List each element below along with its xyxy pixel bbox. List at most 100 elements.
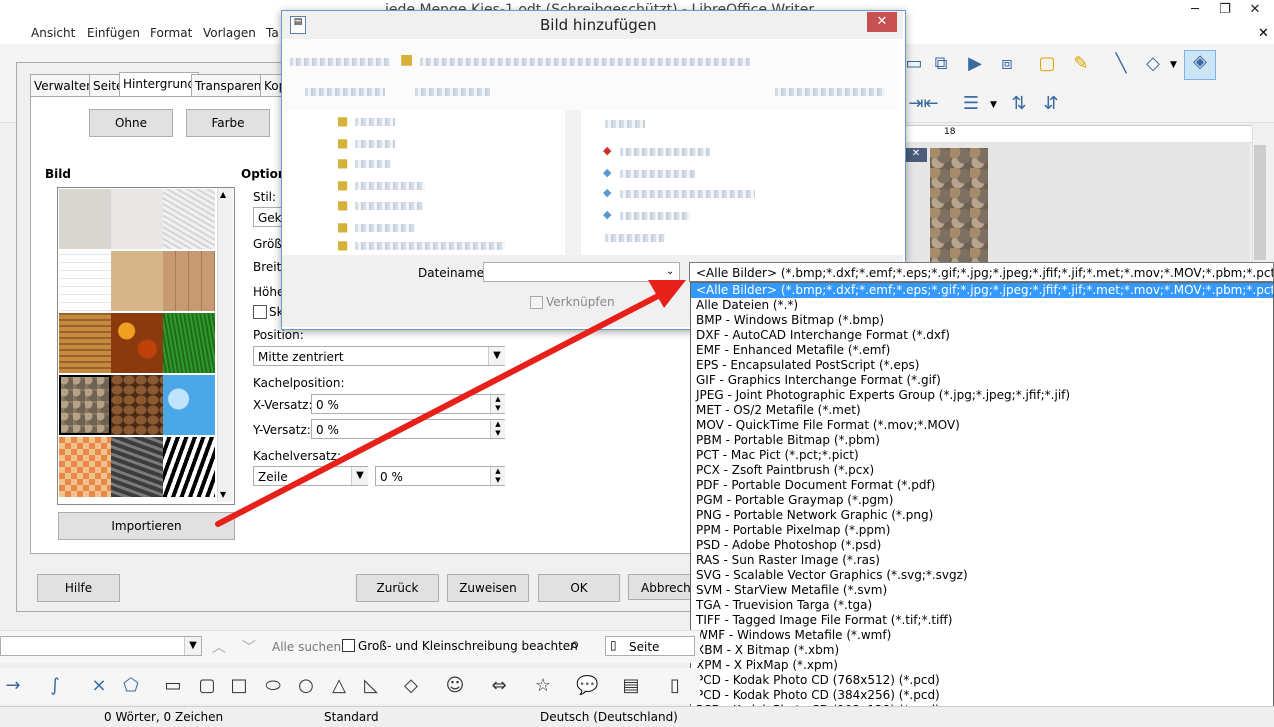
sidebar-close-icon[interactable]: ✕	[905, 148, 927, 162]
folder-item[interactable]	[355, 224, 415, 232]
filter-option[interactable]: XPM - X PixMap (*.xpm)	[691, 658, 1273, 673]
yversatz-input[interactable]: 0 %	[311, 419, 505, 439]
file-item[interactable]	[620, 212, 690, 220]
xversatz-spin-icon[interactable]: ▲ ▼	[490, 395, 505, 413]
star-icon[interactable]: ☆	[532, 675, 554, 697]
menu-tabelle[interactable]: Ta	[266, 26, 279, 40]
filter-option[interactable]: JPEG - Joint Photographic Experts Group …	[691, 388, 1273, 403]
filter-option[interactable]: PDF - Portable Document Format (*.pdf)	[691, 478, 1273, 493]
filter-option[interactable]: PPM - Portable Pixelmap (*.ppm)	[691, 523, 1273, 538]
filter-option[interactable]: BMP - Windows Bitmap (*.bmp)	[691, 313, 1273, 328]
file-list[interactable]: ■ ■ ■ ■ ■ ■ ■ ◆ ◆ ◆ ◆	[285, 110, 900, 255]
rounded-rectangle-icon[interactable]: ▢	[196, 675, 218, 697]
polygon-icon[interactable]: ⬠	[120, 675, 142, 697]
gallery-scrollbar[interactable]	[217, 188, 233, 502]
chevron-down-icon[interactable]: ⌄	[666, 266, 674, 277]
filter-option[interactable]: GIF - Graphics Interchange Format (*.gif…	[691, 373, 1273, 388]
tile-crumpled-paper[interactable]	[163, 189, 215, 249]
tile-coffee-beans[interactable]	[111, 375, 163, 435]
xversatz-input[interactable]: 0 %	[311, 394, 505, 414]
chevron-down-icon[interactable]: ▼	[184, 637, 201, 655]
tile-autumn-leaves[interactable]	[111, 313, 163, 373]
filter-option[interactable]: EPS - Encapsulated PostScript (*.eps)	[691, 358, 1273, 373]
tile-zebra[interactable]	[163, 437, 215, 497]
tile-wood-planks[interactable]	[163, 251, 215, 311]
find-all-button[interactable]: Alle suchen	[272, 640, 341, 654]
menu-vorlagen[interactable]: Vorlagen	[203, 26, 256, 40]
background-gallery[interactable]	[57, 187, 235, 505]
decrease-indent-icon[interactable]: ⇤	[920, 93, 942, 115]
menu-ansicht[interactable]: Ansicht	[31, 26, 75, 40]
minimize-button[interactable]: ─	[1180, 0, 1210, 20]
back-button[interactable]: Zurück	[356, 574, 439, 602]
filter-option[interactable]: TGA - Truevision Targa (*.tga)	[691, 598, 1273, 613]
file-item[interactable]	[620, 148, 710, 156]
callout-icon[interactable]: 💬	[576, 675, 598, 697]
shapes-icon[interactable]: ◇	[1142, 53, 1164, 75]
tile-slate[interactable]	[111, 437, 163, 497]
yversatz-spin-icon[interactable]: ▲ ▼	[490, 420, 505, 438]
curve-icon[interactable]: ∫	[44, 675, 66, 697]
file-item[interactable]	[620, 190, 755, 198]
ellipse-icon[interactable]: ⬭	[262, 675, 284, 697]
tile-mosaic[interactable]	[59, 437, 111, 497]
folder-item[interactable]	[355, 242, 505, 250]
kachelversatz-input[interactable]: 0 %	[375, 466, 505, 486]
none-button[interactable]: Ohne	[89, 109, 173, 137]
filter-option[interactable]: RAS - Sun Raster Image (*.ras)	[691, 553, 1273, 568]
import-button[interactable]: Importieren	[58, 512, 235, 540]
decrease-paragraph-spacing-icon[interactable]: ⇵	[1040, 93, 1062, 115]
scroll-up-icon[interactable]: ▲	[220, 190, 226, 199]
filter-option[interactable]: XBM - X Bitmap (*.xbm)	[691, 643, 1273, 658]
file-item[interactable]	[605, 234, 665, 242]
tile-wood-grain[interactable]	[59, 313, 111, 373]
tile-paper-white[interactable]	[111, 189, 163, 249]
menu-format[interactable]: Format	[150, 26, 192, 40]
maximize-button[interactable]: ❐	[1210, 0, 1240, 20]
view-options[interactable]	[775, 88, 885, 96]
tile-sky[interactable]	[163, 375, 215, 435]
match-case-checkbox[interactable]	[342, 639, 355, 652]
color-button[interactable]: Farbe	[186, 109, 270, 137]
filter-option[interactable]: DXF - AutoCAD Interchange Format (*.dxf)	[691, 328, 1273, 343]
comment-icon[interactable]: ▢	[1036, 53, 1058, 75]
filter-option[interactable]: TIFF - Tagged Image File Format (*.tif;*…	[691, 613, 1273, 628]
file-dialog-close-button[interactable]: ✕	[867, 12, 897, 32]
insert-field-icon[interactable]: ▶	[964, 53, 986, 75]
file-list-scrollbar[interactable]	[565, 110, 581, 255]
link-checkbox[interactable]	[530, 296, 543, 309]
increase-paragraph-spacing-icon[interactable]: ⇅	[1008, 93, 1030, 115]
filter-option[interactable]: PBM - Portable Bitmap (*.pbm)	[691, 433, 1273, 448]
filter-option[interactable]: MOV - QuickTime File Format (*.mov;*.MOV…	[691, 418, 1273, 433]
line-spacing-icon[interactable]: ☰	[960, 93, 982, 115]
scroll-down-icon[interactable]: ▼	[220, 490, 226, 499]
organize-menu[interactable]	[305, 88, 385, 96]
cross-reference-icon[interactable]: ⧈	[996, 53, 1018, 75]
address-bar[interactable]	[420, 58, 750, 66]
tile-parchment[interactable]	[111, 251, 163, 311]
double-arrow-icon[interactable]: ⇔	[488, 675, 510, 697]
filter-option[interactable]: SVM - StarView Metafile (*.svm)	[691, 583, 1273, 598]
filter-option[interactable]: EMF - Enhanced Metafile (*.emf)	[691, 343, 1273, 358]
filter-option[interactable]: WMF - Windows Metafile (*.wmf)	[691, 628, 1273, 643]
rectangle-icon[interactable]: ▭	[162, 675, 184, 697]
close-document-icon[interactable]: ✕	[1258, 26, 1269, 41]
assign-button[interactable]: Zuweisen	[447, 574, 529, 602]
file-type-dropdown-list[interactable]: <Alle Bilder> (*.bmp;*.dxf;*.emf;*.eps;*…	[690, 282, 1274, 722]
folder-item[interactable]	[355, 182, 425, 190]
connector-icon[interactable]: ⨯	[88, 675, 110, 697]
position-select[interactable]: Mitte zentriert	[253, 346, 505, 366]
filter-option[interactable]: <Alle Bilder> (*.bmp;*.dxf;*.emf;*.eps;*…	[691, 283, 1273, 298]
circle-icon[interactable]: ○	[295, 675, 317, 697]
arrow-line-icon[interactable]: →	[2, 675, 24, 697]
filter-option[interactable]: PNG - Portable Network Graphic (*.png)	[691, 508, 1273, 523]
tile-grid-paper[interactable]	[59, 251, 111, 311]
filter-option[interactable]: PCD - Kodak Photo CD (384x256) (*.pcd)	[691, 688, 1273, 703]
flowchart-icon[interactable]: ▤	[620, 675, 642, 697]
filter-option[interactable]: Alle Dateien (*.*)	[691, 298, 1273, 313]
filter-option[interactable]: MET - OS/2 Metafile (*.met)	[691, 403, 1273, 418]
find-input[interactable]	[0, 636, 202, 656]
document-pebble-image[interactable]	[930, 148, 988, 263]
find-previous-icon[interactable]: ︿	[212, 637, 226, 657]
file-item[interactable]	[620, 170, 695, 178]
